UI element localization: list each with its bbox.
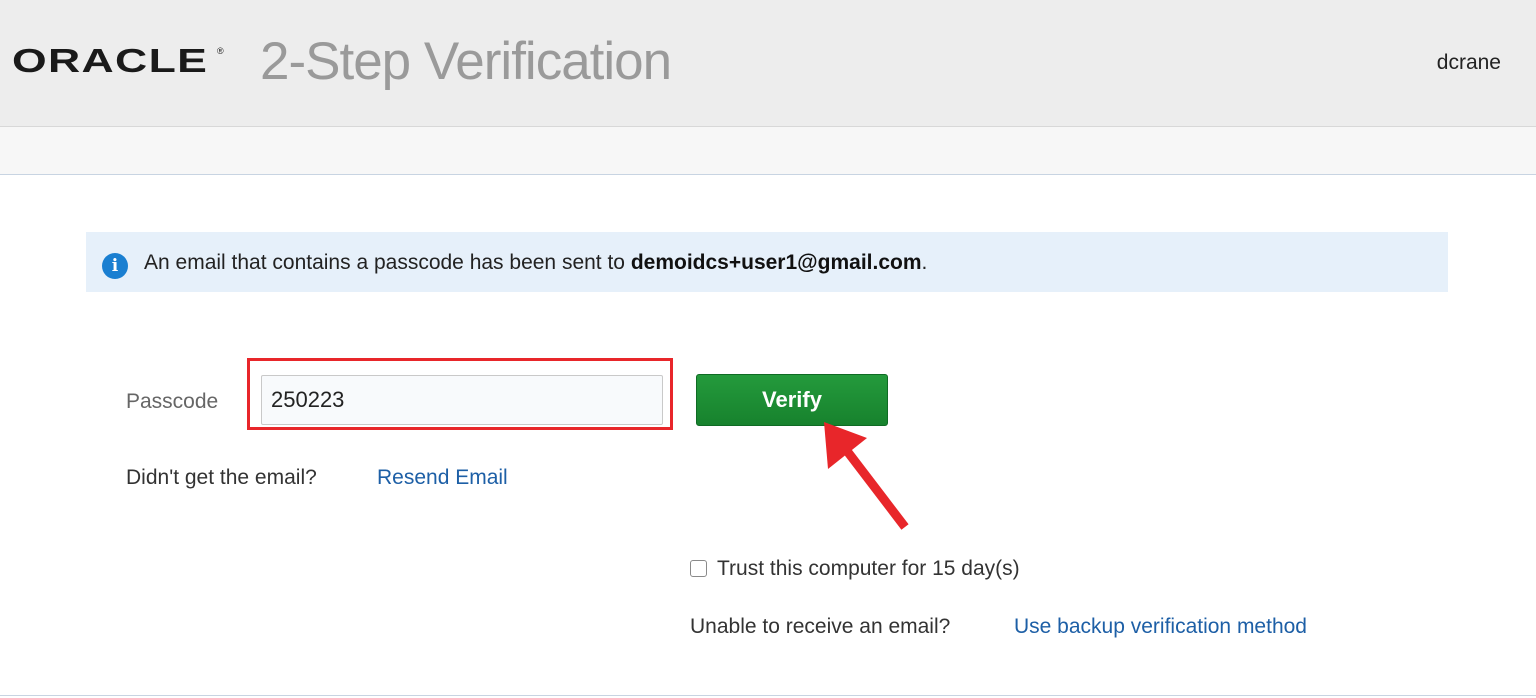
info-message-suffix: . [921,251,928,274]
verification-page: ORACLE ® 2-Step Verification dcrane i An… [0,0,1536,698]
resend-question: Didn't get the email? [126,466,317,489]
trust-computer-label[interactable]: Trust this computer for 15 day(s) [717,557,1020,581]
trust-computer-checkbox[interactable] [690,560,707,577]
recipient-email: demoidcs+user1@gmail.com [630,251,922,274]
bottom-divider [0,695,1536,696]
info-icon: i [102,253,128,279]
unable-to-receive-text: Unable to receive an email? [690,615,951,638]
page-title: 2-Step Verification [260,32,672,91]
info-message: An email that contains a passcode has be… [144,251,927,275]
backup-verification-link[interactable]: Use backup verification method [1014,615,1307,639]
oracle-logo: ORACLE [12,42,209,79]
info-banner: i An email that contains a passcode has … [86,232,1448,292]
sub-header-bar [0,127,1536,175]
resend-email-link[interactable]: Resend Email [377,466,508,490]
header-bar: ORACLE ® 2-Step Verification dcrane [0,0,1536,127]
passcode-label: Passcode [126,390,219,413]
info-message-prefix: An email that contains a passcode has be… [144,251,631,274]
passcode-input[interactable] [261,375,663,425]
user-menu[interactable]: dcrane [1437,51,1501,75]
logo-registered-mark: ® [217,46,224,56]
arrow-annotation-icon [824,422,909,530]
